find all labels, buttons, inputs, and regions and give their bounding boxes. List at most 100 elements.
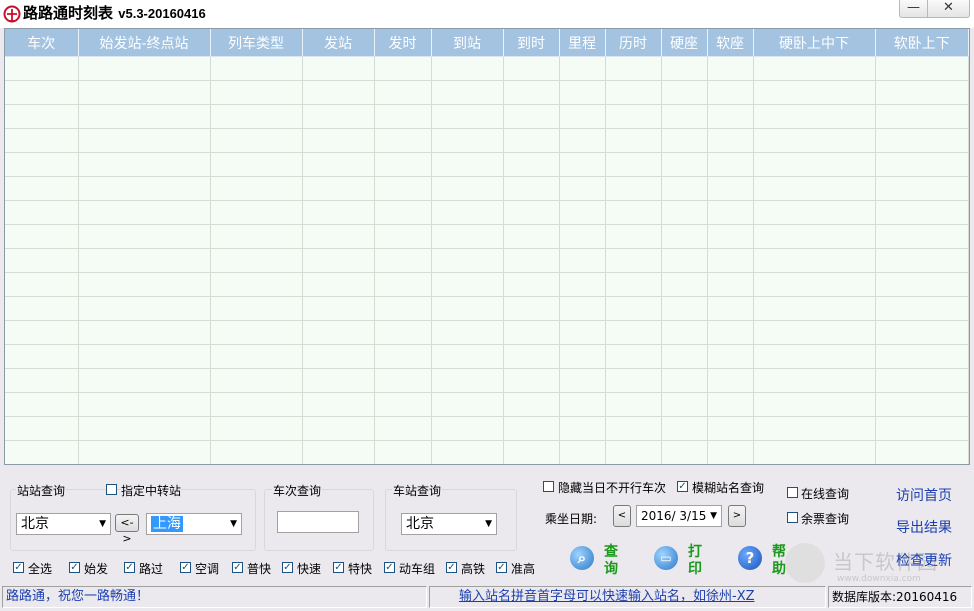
online-query-checkbox[interactable] — [787, 487, 798, 498]
filter-label: 普快 — [247, 562, 272, 576]
column-header[interactable]: 到站 — [431, 29, 504, 57]
table-cell — [661, 200, 708, 225]
visit-home-link[interactable]: 访问首页 — [896, 485, 952, 505]
table-cell — [661, 128, 708, 153]
column-header[interactable]: 发站 — [302, 29, 375, 57]
table-cell — [210, 368, 303, 393]
train-number-input[interactable] — [277, 511, 359, 533]
date-picker[interactable]: 2016/ 3/15 ▼ — [636, 505, 722, 527]
table-row[interactable] — [5, 152, 969, 177]
table-cell — [875, 56, 969, 81]
table-cell — [605, 440, 662, 464]
column-header[interactable]: 软卧上下 — [875, 29, 969, 57]
table-row[interactable] — [5, 248, 969, 273]
filter-checkbox[interactable]: ✓ — [232, 562, 243, 573]
table-cell — [661, 440, 708, 464]
filter-checkbox[interactable]: ✓ — [496, 562, 507, 573]
timetable-grid[interactable]: 车次 始发站-终点站 列车类型 发站 发时 到站 到时 里程 历时 硬座 软座 硬卧上中下 软卧上下 — [4, 28, 970, 465]
filter-checkbox[interactable]: ✓ — [384, 562, 395, 573]
column-header[interactable]: 始发站-终点站 — [78, 29, 211, 57]
table-cell — [5, 104, 79, 129]
table-cell — [707, 344, 754, 369]
filter-checkbox[interactable]: ✓ — [446, 562, 457, 573]
table-cell — [503, 416, 560, 441]
chevron-down-icon: ▼ — [230, 519, 237, 529]
table-row[interactable] — [5, 416, 969, 441]
table-row[interactable] — [5, 440, 969, 464]
table-row[interactable] — [5, 368, 969, 393]
column-header[interactable]: 历时 — [605, 29, 662, 57]
table-cell — [5, 416, 79, 441]
check-update-link[interactable]: 检查更新 — [896, 550, 952, 570]
table-row[interactable] — [5, 296, 969, 321]
table-cell — [5, 224, 79, 249]
table-cell — [5, 152, 79, 177]
table-cell — [431, 104, 504, 129]
swap-stations-button[interactable]: <-> — [115, 514, 139, 545]
table-cell — [5, 128, 79, 153]
table-cell — [605, 248, 662, 273]
transfer-station-checkbox[interactable] — [106, 484, 117, 495]
hide-not-running-checkbox[interactable] — [543, 481, 554, 492]
table-row[interactable] — [5, 272, 969, 297]
table-row[interactable] — [5, 176, 969, 201]
filter-checkbox[interactable]: ✓ — [69, 562, 80, 573]
minimize-button[interactable]: — — [899, 0, 927, 18]
filter-checkbox[interactable]: ✓ — [180, 562, 191, 573]
table-row[interactable] — [5, 200, 969, 225]
app-version: v5.3-20160416 — [118, 6, 206, 21]
status-tip: 输入站名拼音首字母可以快速输入站名，如徐州-XZ — [429, 586, 826, 608]
stop-station-select[interactable]: 北京 ▼ — [401, 513, 497, 535]
table-row[interactable] — [5, 104, 969, 129]
table-cell — [302, 392, 375, 417]
fuzzy-match-checkbox[interactable]: ✓ — [677, 481, 688, 492]
export-results-link[interactable]: 导出结果 — [896, 517, 952, 537]
close-button[interactable]: ✕ — [927, 0, 970, 18]
table-row[interactable] — [5, 56, 969, 81]
table-cell — [78, 80, 211, 105]
table-row[interactable] — [5, 128, 969, 153]
table-cell — [210, 344, 303, 369]
to-station-select[interactable]: 上海 ▼ — [146, 513, 242, 535]
table-cell — [5, 392, 79, 417]
table-cell — [302, 104, 375, 129]
table-cell — [374, 440, 432, 464]
table-cell — [605, 80, 662, 105]
table-cell — [707, 416, 754, 441]
table-row[interactable] — [5, 344, 969, 369]
filter-checkbox[interactable]: ✓ — [13, 562, 24, 573]
column-header[interactable]: 列车类型 — [210, 29, 303, 57]
table-cell — [374, 224, 432, 249]
column-header[interactable]: 硬卧上中下 — [753, 29, 876, 57]
table-row[interactable] — [5, 80, 969, 105]
column-header[interactable]: 软座 — [707, 29, 754, 57]
filter-checkbox[interactable]: ✓ — [282, 562, 293, 573]
table-cell — [875, 104, 969, 129]
table-cell — [559, 224, 606, 249]
remaining-tickets-checkbox[interactable] — [787, 512, 798, 523]
prev-date-button[interactable]: < — [613, 505, 631, 527]
table-cell — [78, 320, 211, 345]
table-row[interactable] — [5, 392, 969, 417]
table-cell — [605, 416, 662, 441]
table-cell — [374, 104, 432, 129]
column-header[interactable]: 硬座 — [661, 29, 708, 57]
column-header[interactable]: 发时 — [374, 29, 432, 57]
table-row[interactable] — [5, 224, 969, 249]
table-cell — [78, 272, 211, 297]
filter-label: 动车组 — [399, 562, 436, 576]
table-cell — [5, 200, 79, 225]
chevron-down-icon: ▼ — [99, 519, 106, 529]
filter-checkbox[interactable]: ✓ — [333, 562, 344, 573]
next-date-button[interactable]: > — [728, 505, 746, 527]
from-station-select[interactable]: 北京 ▼ — [16, 513, 111, 535]
filter-checkbox[interactable]: ✓ — [124, 562, 135, 573]
column-header[interactable]: 车次 — [5, 29, 79, 57]
stop-query-label: 车站查询 — [392, 482, 443, 499]
table-cell — [753, 272, 876, 297]
column-header[interactable]: 到时 — [503, 29, 560, 57]
column-header[interactable]: 里程 — [559, 29, 606, 57]
table-row[interactable] — [5, 320, 969, 345]
filter-label: 全选 — [28, 562, 53, 576]
table-cell — [78, 200, 211, 225]
